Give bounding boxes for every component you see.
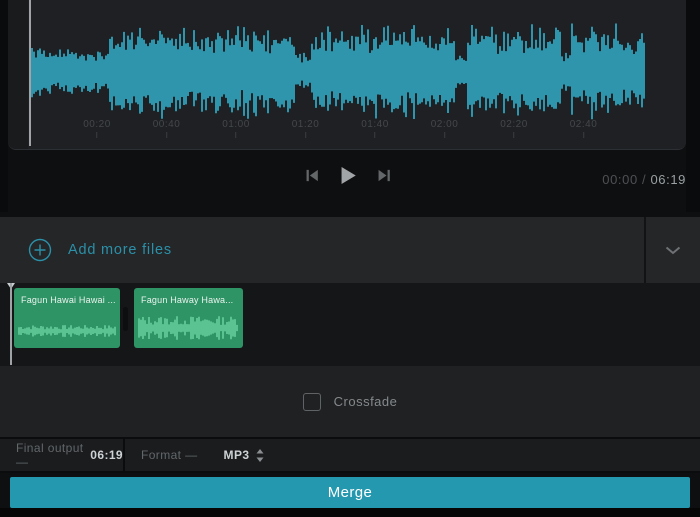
- play-icon: [340, 166, 357, 185]
- chevron-down-icon: [665, 243, 681, 258]
- ruler-time-label: 01:40: [361, 119, 389, 138]
- add-files-row: Add more files: [0, 217, 700, 283]
- collapse-panel-button[interactable]: [646, 217, 700, 283]
- crossfade-checkbox[interactable]: [303, 393, 321, 411]
- clip-1-waveform: [18, 318, 116, 344]
- waveform-panel[interactable]: 00:20 00:40 01:00 01:20 01:40 02:00 02:20 02:40: [8, 0, 686, 150]
- time-ruler: 00:20 00:40 01:00 01:20 01:40 02:00 02:20 02:40: [8, 119, 680, 149]
- audio-clip-2[interactable]: Fagun Haway Hawa...: [134, 288, 243, 348]
- audio-merger-app: 00:20 00:40 01:00 01:20 01:40 02:00 02:20 02:40: [0, 0, 700, 517]
- add-more-files-label: Add more files: [68, 242, 172, 258]
- total-duration: 06:19: [650, 172, 686, 187]
- play-button[interactable]: [338, 164, 359, 187]
- crossfade-control[interactable]: Crossfade: [303, 393, 398, 411]
- final-output-cell: Final output — 06:19: [0, 439, 125, 471]
- transport-bar: 00:00 / 06:19: [0, 150, 700, 212]
- merge-button[interactable]: Merge: [10, 477, 690, 508]
- ruler-time-label: 00:40: [153, 119, 181, 138]
- playhead-line: [10, 283, 12, 365]
- time-display: 00:00 / 06:19: [602, 172, 686, 187]
- clip-2-label: Fagun Haway Hawa...: [134, 288, 239, 305]
- format-selector[interactable]: MP3: [218, 448, 265, 462]
- ruler-time-label: 01:20: [292, 119, 320, 138]
- ruler-time-label: 02:20: [500, 119, 528, 138]
- format-label: Format —: [141, 448, 198, 462]
- ruler-time-label: 02:40: [570, 119, 598, 138]
- skip-to-end-button[interactable]: [375, 166, 394, 185]
- plus-circle-icon: [28, 238, 52, 262]
- skip-to-start-button[interactable]: [303, 166, 322, 185]
- bottom-strip: [0, 508, 700, 517]
- ruler-time-label: 00:20: [83, 119, 111, 138]
- crossfade-label: Crossfade: [334, 394, 398, 409]
- clip-timeline[interactable]: Fagun Hawai Hawai ... Fagun Haway Hawa..…: [0, 283, 700, 366]
- final-output-duration: 06:19: [90, 448, 123, 462]
- ruler-time-label: 02:00: [431, 119, 459, 138]
- audio-clip-1[interactable]: Fagun Hawai Hawai ...: [14, 288, 120, 348]
- stepper-arrows-icon: [256, 449, 264, 462]
- skip-to-end-icon: [377, 168, 392, 183]
- add-more-files-button[interactable]: Add more files: [0, 238, 172, 262]
- ruler-time-label: 01:00: [222, 119, 250, 138]
- transport-controls: [303, 164, 394, 187]
- output-info-bar: Final output — 06:19 Format — MP3: [0, 437, 700, 473]
- clip-1-label: Fagun Hawai Hawai ...: [14, 288, 116, 305]
- format-cell: Format — MP3: [125, 448, 264, 462]
- crossfade-section: Crossfade: [0, 366, 700, 437]
- skip-to-start-icon: [305, 168, 320, 183]
- current-time: 00:00: [602, 172, 638, 187]
- clip-junction-marker[interactable]: [123, 307, 128, 331]
- clip-2-waveform: [138, 312, 239, 344]
- final-output-label: Final output —: [16, 441, 84, 469]
- format-value: MP3: [224, 448, 250, 462]
